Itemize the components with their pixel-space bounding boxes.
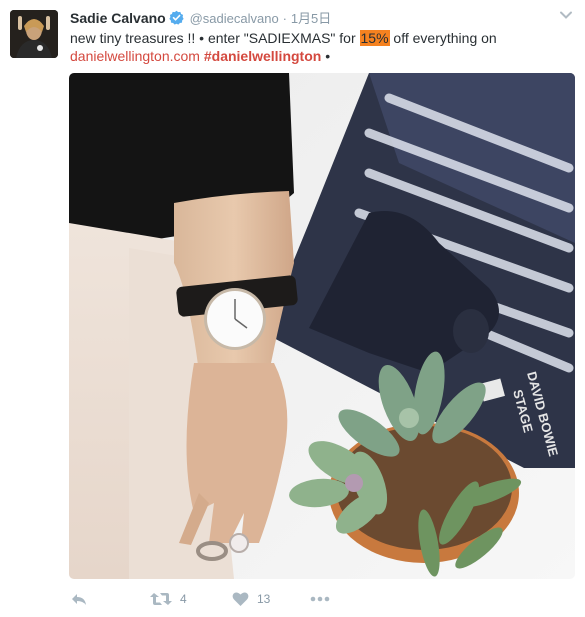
like-count: 13 [257, 592, 271, 606]
tweet-text-line-2: danielwellington.com #danielwellington • [70, 47, 570, 65]
retweet-button[interactable]: 4 [150, 588, 187, 610]
author-name[interactable]: Sadie Calvano [70, 10, 166, 26]
tweet-photo[interactable]: DAVID BOWIE STAGE [69, 73, 575, 579]
tweet-text-line-1: new tiny treasures !! • enter "SADIEXMAS… [70, 29, 570, 47]
retweet-icon [150, 591, 172, 607]
more-button[interactable] [310, 588, 330, 610]
retweet-count: 4 [180, 592, 187, 606]
like-button[interactable]: 13 [232, 588, 270, 610]
tweet-header: Sadie Calvano @sadiecalvano · 1月5日 [70, 9, 555, 28]
timestamp-link[interactable]: 1月5日 [291, 11, 331, 26]
verified-badge-icon [169, 10, 184, 25]
hashtag-link[interactable]: #danielwellington [204, 48, 321, 64]
more-icon [310, 596, 330, 602]
reply-button[interactable] [70, 588, 88, 610]
avatar[interactable] [10, 10, 58, 58]
heart-icon [232, 591, 249, 607]
reply-icon [70, 591, 88, 607]
chevron-down-icon[interactable] [559, 8, 573, 22]
tweet-text-part: • [321, 48, 331, 64]
tweet-actions: 4 13 [70, 588, 470, 610]
tweet-text-part: new tiny treasures !! • enter "SADIEXMAS… [70, 30, 360, 46]
author-handle[interactable]: @sadiecalvano [190, 11, 279, 26]
avatar-image [10, 10, 58, 58]
photo-image: DAVID BOWIE STAGE [69, 73, 575, 579]
tweet-text-part: off everything on [389, 30, 497, 46]
discount-highlight: 15% [359, 30, 390, 46]
website-link[interactable]: danielwellington.com [70, 48, 200, 64]
separator-dot: · [282, 11, 287, 26]
tweet: Sadie Calvano @sadiecalvano · 1月5日 new t… [0, 0, 585, 617]
tweet-text: new tiny treasures !! • enter "SADIEXMAS… [70, 29, 570, 65]
